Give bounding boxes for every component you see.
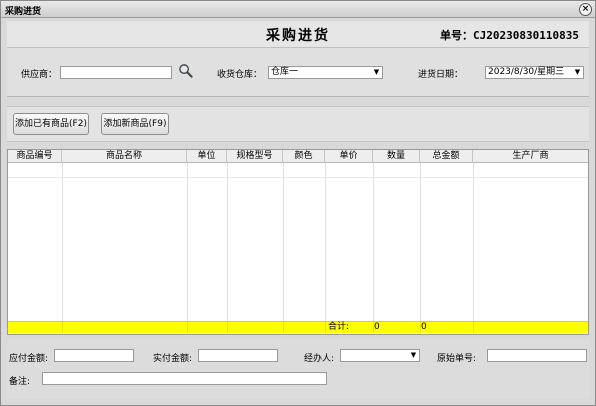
order-number-label: 单号： [440, 29, 474, 42]
total-divider [473, 322, 474, 333]
column-divider [283, 163, 284, 323]
original-number-label: 原始单号: [437, 354, 477, 364]
col-total[interactable]: 总金额 [420, 150, 473, 163]
chevron-down-icon: ▼ [373, 68, 380, 76]
total-row: 合计: 0 0 [8, 321, 588, 333]
handler-select[interactable]: ▼ [340, 349, 420, 362]
supplier-input[interactable] [60, 66, 172, 79]
column-divider [62, 163, 63, 323]
warehouse-select[interactable]: 仓库一 ▼ [268, 66, 383, 79]
filter-panel: 供应商： 收货仓库： 仓库一 ▼ 进货日期： 2023/8/30/星期三 ▼ [7, 47, 589, 97]
date-picker[interactable]: 2023/8/30/星期三 ▼ [485, 66, 584, 79]
order-number-value: CJ20230830110835 [473, 29, 579, 42]
total-amount: 0 [421, 322, 427, 332]
column-divider [227, 163, 228, 323]
close-icon: × [581, 4, 590, 14]
page-header: 采购进货 单号：CJ20230830110835 [7, 21, 589, 47]
order-number: 单号：CJ20230830110835 [440, 27, 579, 43]
add-new-button[interactable]: 添加新商品(F9) [101, 113, 169, 135]
col-manufacturer[interactable]: 生产厂商 [473, 150, 588, 163]
column-divider [187, 163, 188, 323]
col-spec[interactable]: 规格型号 [227, 150, 283, 163]
total-divider [283, 322, 284, 333]
total-label: 合计: [328, 322, 350, 332]
date-label: 进货日期： [418, 70, 464, 80]
close-button[interactable]: × [579, 3, 592, 16]
col-product-name[interactable]: 商品名称 [62, 150, 187, 163]
col-color[interactable]: 颜色 [283, 150, 325, 163]
goods-table: 商品编号 商品名称 单位 规格型号 颜色 单价 数量 总金额 生产厂商 合计: … [7, 149, 589, 335]
column-divider [325, 163, 326, 323]
supplier-label: 供应商： [21, 70, 58, 80]
column-divider [473, 163, 474, 323]
chevron-down-icon: ▼ [574, 68, 581, 76]
table-header: 商品编号 商品名称 单位 规格型号 颜色 单价 数量 总金额 生产厂商 [8, 150, 588, 163]
toolbar: 添加已有商品(F2) 添加新商品(F9) [7, 106, 589, 142]
footer-panel: 应付金额: 实付金额: 经办人: ▼ 原始单号: 备注: [7, 339, 589, 399]
col-price[interactable]: 单价 [325, 150, 373, 163]
search-icon[interactable] [178, 63, 193, 78]
paid-input[interactable] [198, 349, 278, 362]
total-divider [187, 322, 188, 333]
col-quantity[interactable]: 数量 [373, 150, 420, 163]
row-divider [8, 177, 588, 178]
column-divider [373, 163, 374, 323]
chevron-down-icon: ▼ [410, 351, 417, 359]
window-title: 采购进货 [5, 7, 42, 17]
total-quantity: 0 [374, 322, 380, 332]
purchase-window: 采购进货 × 采购进货 单号：CJ20230830110835 供应商： 收货仓… [0, 0, 596, 406]
payable-label: 应付金额: [9, 354, 49, 364]
paid-label: 实付金额: [153, 354, 193, 364]
remark-label: 备注: [9, 377, 31, 387]
col-product-code[interactable]: 商品编号 [8, 150, 62, 163]
total-divider [227, 322, 228, 333]
remark-input[interactable] [42, 372, 327, 385]
warehouse-value: 仓库一 [271, 67, 299, 77]
handler-label: 经办人: [304, 354, 335, 364]
total-divider [62, 322, 63, 333]
payable-input[interactable] [54, 349, 134, 362]
col-unit[interactable]: 单位 [187, 150, 227, 163]
title-bar: 采购进货 × [1, 1, 595, 18]
warehouse-label: 收货仓库： [217, 70, 263, 80]
column-divider [420, 163, 421, 323]
original-number-input[interactable] [487, 349, 587, 362]
total-divider [325, 322, 326, 333]
add-existing-button[interactable]: 添加已有商品(F2) [13, 113, 89, 135]
date-value: 2023/8/30/星期三 [488, 67, 565, 77]
